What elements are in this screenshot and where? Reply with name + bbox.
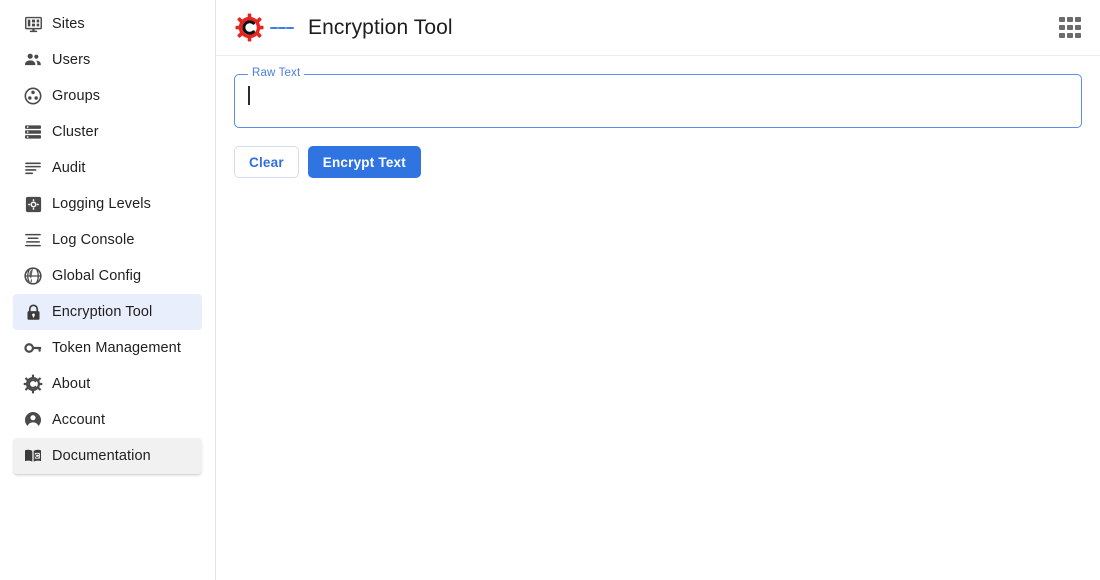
gear-square-icon [22, 193, 44, 215]
groups-circle-icon [22, 85, 44, 107]
raw-text-input[interactable] [234, 74, 1082, 128]
key-icon [22, 337, 44, 359]
sidebar-item-cluster[interactable]: Cluster [13, 114, 202, 150]
sidebar-item-label: Cluster [52, 123, 99, 140]
grid-dot [1075, 16, 1081, 23]
sidebar-item-account[interactable]: Account [13, 402, 202, 438]
sidebar-item-global-config[interactable]: Global Config [13, 258, 202, 294]
raw-text-field: Raw Text [234, 67, 1082, 128]
hamburger-menu-icon[interactable] [270, 16, 294, 40]
sidebar-item-about[interactable]: About [13, 366, 202, 402]
form-actions: Clear Encrypt Text [234, 146, 1082, 178]
grid-dot [1059, 16, 1065, 23]
sidebar-item-log-console[interactable]: Log Console [13, 222, 202, 258]
sidebar-item-label: About [52, 375, 91, 392]
clear-button[interactable]: Clear [234, 146, 299, 178]
grid-dot [1067, 32, 1073, 39]
sidebar-item-label: Log Console [52, 231, 135, 248]
camunda-gear-c-logo[interactable] [234, 13, 264, 43]
grid-dot [1059, 32, 1065, 39]
app-root: Sites Users Groups Cluster Audit Logging… [0, 0, 1100, 580]
page-title: Encryption Tool [308, 15, 453, 39]
sidebar-item-audit[interactable]: Audit [13, 150, 202, 186]
sidebar-item-label: Groups [52, 87, 101, 104]
sidebar-item-label: Logging Levels [52, 195, 151, 212]
sidebar-item-label: Sites [52, 15, 85, 32]
menu-bar [278, 26, 286, 29]
main-area: Encryption Tool Raw Text Clear Encrypt T… [216, 0, 1100, 580]
grid-dot [1075, 32, 1081, 39]
sidebar-item-label: Account [52, 411, 106, 428]
sidebar-item-label: Audit [52, 159, 86, 176]
monitor-sites-icon [22, 13, 44, 35]
sidebar-item-logging-levels[interactable]: Logging Levels [13, 186, 202, 222]
sidebar-item-users[interactable]: Users [13, 42, 202, 78]
raw-text-label: Raw Text [248, 67, 305, 80]
lock-icon [22, 301, 44, 323]
encrypt-text-button[interactable]: Encrypt Text [307, 146, 421, 178]
sidebar-nav-list: Sites Users Groups Cluster Audit Logging… [0, 6, 215, 474]
sidebar-item-groups[interactable]: Groups [13, 78, 202, 114]
content-area: Raw Text Clear Encrypt Text [216, 56, 1100, 580]
sidebar-item-token-management[interactable]: Token Management [13, 330, 202, 366]
grid-dot [1067, 16, 1073, 23]
sidebar-item-documentation[interactable]: Documentation [13, 438, 202, 474]
menu-bar [286, 26, 294, 29]
sidebar: Sites Users Groups Cluster Audit Logging… [0, 0, 216, 580]
users-icon [22, 49, 44, 71]
sidebar-item-encryption-tool[interactable]: Encryption Tool [13, 294, 202, 330]
menu-bar [270, 26, 278, 29]
gear-c-icon [22, 373, 44, 395]
sidebar-item-label: Users [52, 51, 91, 68]
apps-grid-icon[interactable] [1058, 16, 1082, 40]
book-c-icon [22, 445, 44, 467]
app-header: Encryption Tool [216, 0, 1100, 56]
sidebar-item-label: Encryption Tool [52, 303, 153, 320]
account-person-icon [22, 409, 44, 431]
sidebar-item-label: Token Management [52, 339, 181, 356]
sidebar-item-label: Documentation [52, 447, 151, 464]
globe-icon [22, 265, 44, 287]
sidebar-item-sites[interactable]: Sites [13, 6, 202, 42]
grid-dot [1059, 24, 1065, 31]
list-lines-icon [22, 157, 44, 179]
server-stack-icon [22, 121, 44, 143]
log-console-lines-icon [22, 229, 44, 251]
grid-dot [1075, 24, 1081, 31]
sidebar-item-label: Global Config [52, 267, 142, 284]
grid-dot [1067, 24, 1073, 31]
text-cursor [248, 86, 250, 105]
